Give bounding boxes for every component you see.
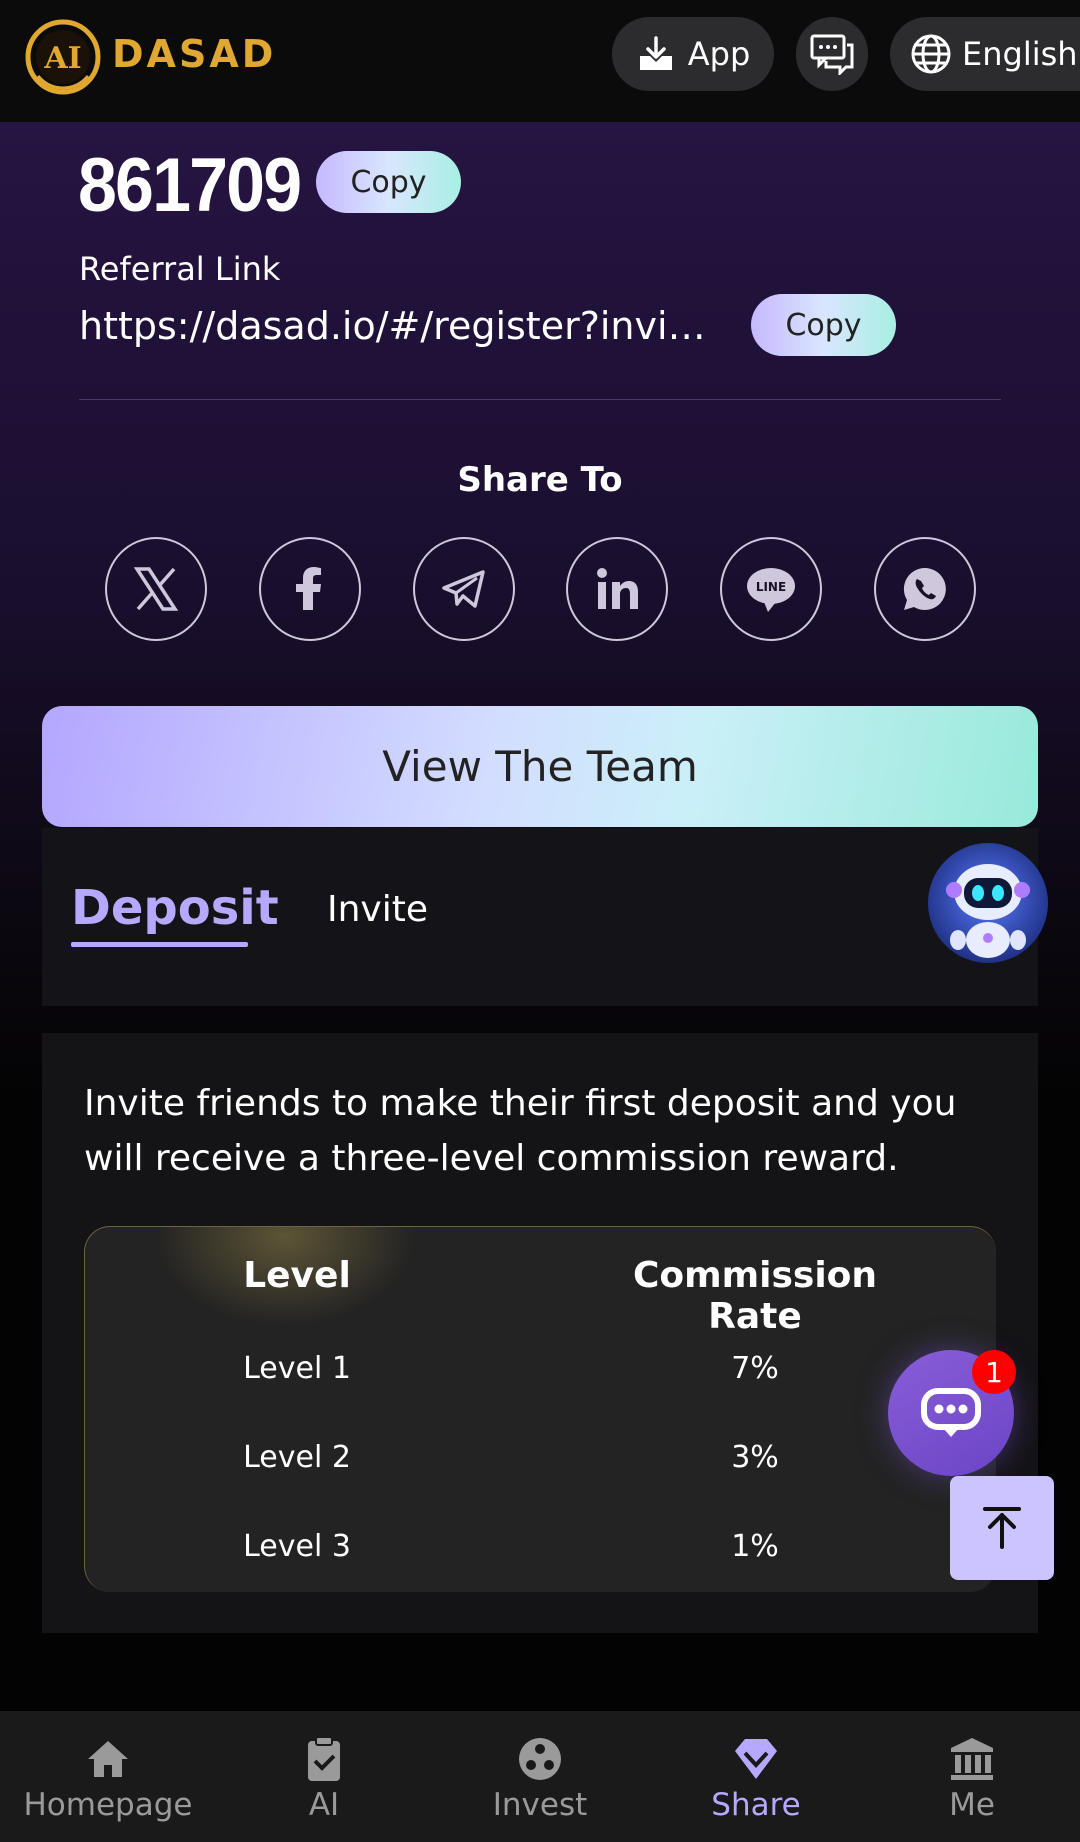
tab-invite[interactable]: Invite	[327, 889, 428, 930]
commission-description: Invite friends to make their first depos…	[84, 1083, 957, 1179]
brand-name: DASAD	[112, 32, 277, 76]
share-linkedin-button[interactable]	[566, 537, 668, 641]
messages-button[interactable]	[796, 17, 868, 91]
whatsapp-icon	[903, 567, 946, 610]
table-header-level: Level	[243, 1255, 351, 1296]
logo-icon: AI	[25, 19, 101, 95]
robot-assistant-icon[interactable]	[926, 840, 1050, 966]
facebook-icon	[296, 567, 321, 610]
language-label: English	[962, 35, 1078, 73]
nav-label: Invest	[492, 1787, 588, 1823]
dots-circle-icon	[519, 1738, 561, 1780]
diamond-icon	[735, 1739, 777, 1779]
app-label: App	[687, 35, 751, 73]
download-icon	[639, 36, 672, 70]
share-line-button[interactable]: LINE	[720, 537, 822, 641]
invite-code: 861709	[78, 143, 302, 228]
share-title: Share To	[457, 460, 623, 500]
telegram-icon	[442, 570, 485, 608]
table-cell-level: Level 1	[243, 1351, 351, 1386]
nav-label: Homepage	[23, 1787, 193, 1823]
table-header-rate: Commission Rate	[632, 1255, 878, 1337]
download-app-button[interactable]: App	[612, 17, 774, 91]
tab-deposit[interactable]: Deposit	[71, 880, 279, 936]
home-icon	[88, 1741, 128, 1777]
x-icon	[133, 567, 179, 611]
table-cell-rate: 1%	[731, 1529, 779, 1564]
share-telegram-button[interactable]	[413, 537, 515, 641]
language-selector[interactable]: English	[890, 17, 1080, 91]
nav-item-me[interactable]: Me	[864, 1711, 1080, 1842]
copy-code-button[interactable]: Copy	[316, 151, 461, 213]
messages-icon	[810, 34, 854, 75]
svg-text:AI: AI	[43, 41, 81, 76]
nav-item-invest[interactable]: Invest	[432, 1711, 648, 1842]
table-cell-level: Level 3	[243, 1529, 351, 1564]
line-icon: LINE	[747, 568, 795, 612]
share-x-button[interactable]	[105, 537, 207, 641]
nav-label: Me	[949, 1787, 995, 1823]
top-header: AI DASAD App English	[0, 0, 1080, 122]
referral-link-value: https://dasad.io/#/register?invite…	[79, 304, 711, 348]
notification-badge: 1	[972, 1350, 1016, 1394]
divider	[79, 399, 1001, 400]
share-whatsapp-button[interactable]	[874, 537, 976, 641]
nav-item-homepage[interactable]: Homepage	[0, 1711, 216, 1842]
active-tab-indicator	[71, 942, 248, 947]
table-cell-rate: 7%	[731, 1351, 779, 1386]
referral-link-label: Referral Link	[79, 250, 281, 288]
nav-item-ai[interactable]: AI	[216, 1711, 432, 1842]
arrow-up-to-top-icon	[983, 1507, 1021, 1549]
bank-icon	[951, 1738, 993, 1780]
nav-item-share[interactable]: Share	[648, 1711, 864, 1842]
chat-bubble-icon	[921, 1388, 981, 1437]
copy-link-button[interactable]: Copy	[751, 294, 896, 356]
globe-icon	[911, 34, 951, 74]
back-to-top-button[interactable]	[950, 1476, 1054, 1580]
clipboard-check-icon	[308, 1736, 340, 1781]
table-cell-level: Level 2	[243, 1440, 351, 1475]
nav-label: Share	[711, 1787, 801, 1823]
svg-text:LINE: LINE	[756, 580, 786, 594]
nav-label: AI	[308, 1787, 340, 1823]
linkedin-icon	[597, 568, 638, 609]
view-team-button[interactable]: View The Team	[42, 706, 1038, 827]
bottom-navigation: Homepage AI Invest Share Me	[0, 1711, 1080, 1842]
table-cell-rate: 3%	[731, 1440, 779, 1475]
share-facebook-button[interactable]	[259, 537, 361, 641]
commission-table: Level Commission Rate Level 1 7% Level 2…	[84, 1226, 996, 1592]
